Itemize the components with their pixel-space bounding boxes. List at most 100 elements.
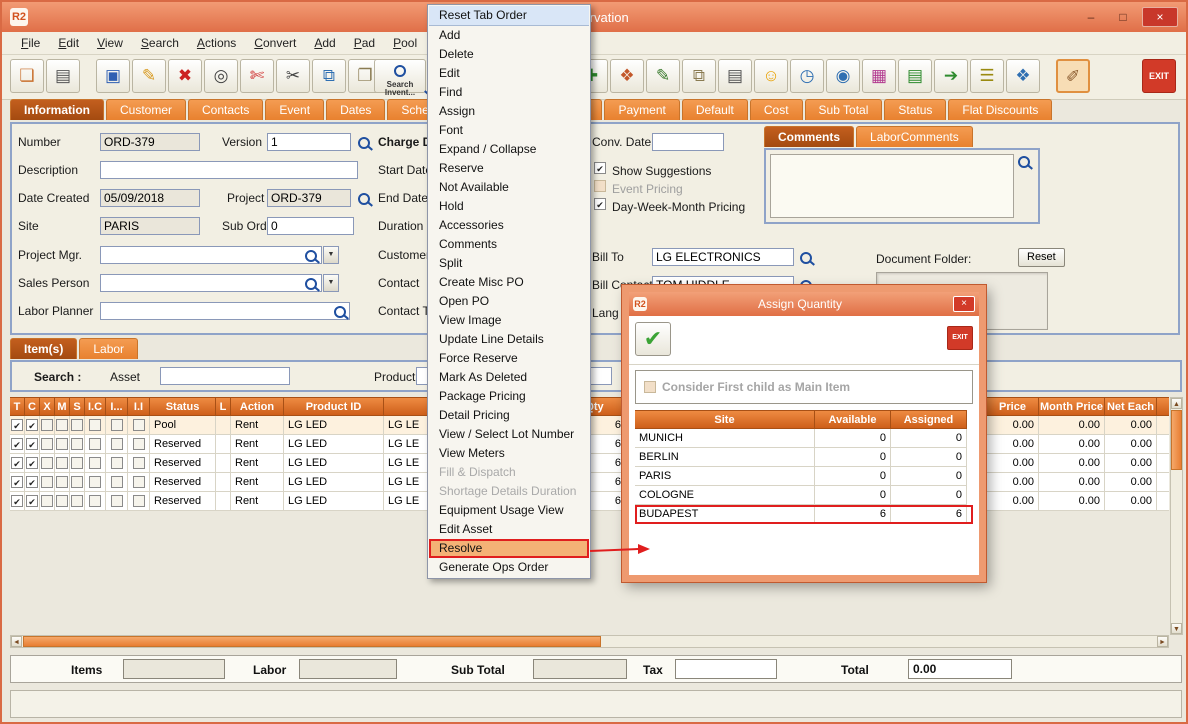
column-header-l[interactable]: L [216, 397, 231, 416]
sales-person-search-icon[interactable] [305, 278, 317, 290]
new-document-button[interactable]: ❏ [10, 59, 44, 93]
find-binoculars-button[interactable]: ◎ [204, 59, 238, 93]
sub-orders-input[interactable] [267, 217, 354, 235]
time-clock-button[interactable]: ◷ [790, 59, 824, 93]
menu-item-create-misc-po[interactable]: Create Misc PO [429, 273, 589, 292]
tab-cost[interactable]: Cost [750, 99, 803, 120]
delete-button[interactable]: ✖ [168, 59, 202, 93]
column-header-c[interactable]: C [25, 397, 40, 416]
column-header-m[interactable]: M [55, 397, 70, 416]
row-checkbox[interactable]: ✔ [26, 476, 38, 488]
column-header-i-i[interactable]: I.I [128, 397, 150, 416]
menu-item-expand-collapse[interactable]: Expand / Collapse [429, 140, 589, 159]
row-checkbox[interactable] [71, 438, 83, 450]
row-checkbox[interactable]: ✔ [26, 457, 38, 469]
labor-total-field[interactable] [299, 659, 397, 679]
tab-status[interactable]: Status [884, 99, 946, 120]
row-checkbox[interactable] [133, 419, 145, 431]
row-checkbox[interactable] [41, 495, 53, 507]
horizontal-scrollbar[interactable]: ◄ ► [10, 635, 1169, 648]
show-suggestions-checkbox[interactable]: ✔ [594, 162, 606, 174]
version-search-icon[interactable] [358, 137, 370, 149]
dwm-pricing-checkbox[interactable]: ✔ [594, 198, 606, 210]
row-checkbox[interactable]: ✔ [26, 495, 38, 507]
menu-item-find[interactable]: Find [429, 83, 589, 102]
column-header-price[interactable]: Price [987, 397, 1039, 416]
menu-actions[interactable]: Actions [188, 36, 245, 50]
dialog-exit-button[interactable]: EXIT [947, 326, 973, 350]
row-checkbox[interactable] [41, 457, 53, 469]
dialog-column-available[interactable]: Available [815, 410, 891, 429]
row-checkbox[interactable]: ✔ [11, 419, 23, 431]
menu-item-assign[interactable]: Assign [429, 102, 589, 121]
search-inventory-button[interactable]: Search Invent... [374, 59, 426, 93]
tab-default[interactable]: Default [682, 99, 748, 120]
menu-item-force-reserve[interactable]: Force Reserve [429, 349, 589, 368]
row-checkbox[interactable] [56, 476, 68, 488]
tab-customer[interactable]: Customer [106, 99, 186, 120]
row-checkbox[interactable] [111, 476, 123, 488]
sub-total-field[interactable] [533, 659, 627, 679]
tab-payment[interactable]: Payment [604, 99, 679, 120]
row-checkbox[interactable] [111, 495, 123, 507]
row-checkbox[interactable] [89, 495, 101, 507]
dialog-close-button[interactable]: × [953, 296, 975, 312]
column-header-i-c[interactable]: I.C [85, 397, 106, 416]
menu-item-view-select-lot-number[interactable]: View / Select Lot Number [429, 425, 589, 444]
menu-item-split[interactable]: Split [429, 254, 589, 273]
bill-to-search-icon[interactable] [800, 252, 812, 264]
menu-item-package-pricing[interactable]: Package Pricing [429, 387, 589, 406]
row-checkbox[interactable] [111, 438, 123, 450]
row-checkbox[interactable] [71, 495, 83, 507]
site-row[interactable]: MUNICH00 [635, 429, 973, 448]
go-arrow-button[interactable]: ➔ [934, 59, 968, 93]
menu-item-font[interactable]: Font [429, 121, 589, 140]
description-input[interactable] [100, 161, 358, 179]
edit-pencil-button[interactable]: ✎ [132, 59, 166, 93]
site-row[interactable]: PARIS00 [635, 467, 973, 486]
scroll-right-icon[interactable]: ► [1157, 636, 1168, 647]
total-field[interactable]: 0.00 [908, 659, 1012, 679]
menu-pool[interactable]: Pool [384, 36, 426, 50]
sales-person-dropdown-icon[interactable]: ▼ [323, 274, 339, 292]
maximize-button[interactable]: □ [1110, 7, 1136, 27]
column-header-t[interactable]: T [10, 397, 25, 416]
tab-sub-total[interactable]: Sub Total [805, 99, 883, 120]
column-header-net-each[interactable]: Net Each [1105, 397, 1157, 416]
menu-pad[interactable]: Pad [345, 36, 384, 50]
vertical-scroll-thumb[interactable] [1171, 410, 1182, 470]
bill-to-input[interactable] [652, 248, 794, 266]
column-header-product-id[interactable]: Product ID [284, 397, 384, 416]
column-header-s[interactable]: S [70, 397, 85, 416]
vertical-scrollbar[interactable]: ▲ ▼ [1170, 397, 1183, 635]
save-disk-button[interactable]: ◉ [826, 59, 860, 93]
menu-item-view-image[interactable]: View Image [429, 311, 589, 330]
column-header-i[interactable]: I... [106, 397, 128, 416]
cube-report-button[interactable]: ▦ [862, 59, 896, 93]
menu-search[interactable]: Search [132, 36, 188, 50]
scroll-up-icon[interactable]: ▲ [1171, 398, 1182, 409]
column-header-tot[interactable]: Tot... [1157, 397, 1169, 416]
labor-planner-input[interactable] [100, 302, 350, 320]
project-mgr-dropdown-icon[interactable]: ▼ [323, 246, 339, 264]
row-checkbox[interactable] [71, 476, 83, 488]
row-checkbox[interactable] [89, 457, 101, 469]
row-checkbox[interactable] [111, 419, 123, 431]
row-checkbox[interactable] [71, 457, 83, 469]
dialog-column-assigned[interactable]: Assigned [891, 410, 967, 429]
tab-dates[interactable]: Dates [326, 99, 385, 120]
tab-flat-discounts[interactable]: Flat Discounts [948, 99, 1052, 120]
design-wand-button[interactable]: ✐ [1056, 59, 1090, 93]
list-log-button[interactable]: ☰ [970, 59, 1004, 93]
project-mgr-input[interactable] [100, 246, 322, 264]
menu-item-view-meters[interactable]: View Meters [429, 444, 589, 463]
menu-item-edit-asset[interactable]: Edit Asset [429, 520, 589, 539]
menu-item-update-line-details[interactable]: Update Line Details [429, 330, 589, 349]
menu-item-detail-pricing[interactable]: Detail Pricing [429, 406, 589, 425]
row-checkbox[interactable]: ✔ [26, 438, 38, 450]
menu-item-not-available[interactable]: Not Available [429, 178, 589, 197]
column-header-action[interactable]: Action [231, 397, 284, 416]
row-checkbox[interactable] [89, 438, 101, 450]
reset-button[interactable]: Reset [1018, 248, 1065, 267]
menu-add[interactable]: Add [305, 36, 344, 50]
